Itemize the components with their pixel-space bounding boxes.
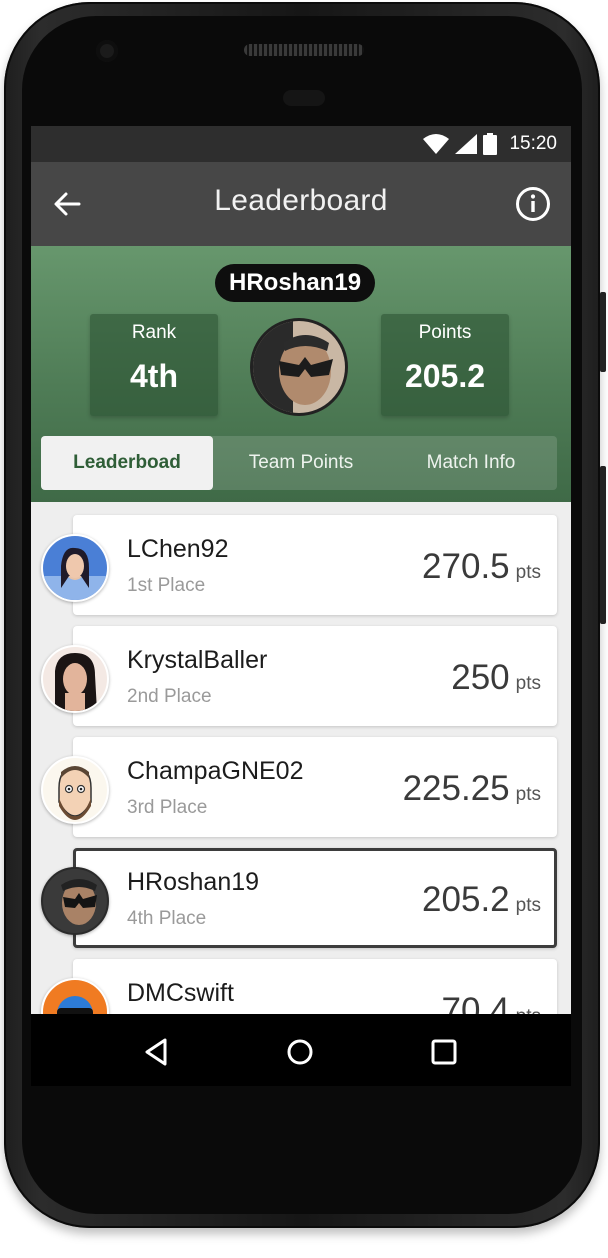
leaderboard-row-current-user[interactable]: HRoshan19 4th Place 205.2 pts [73, 848, 557, 948]
player-place: 3rd Place [127, 797, 208, 818]
back-triangle-icon[interactable] [139, 1034, 175, 1070]
points-box: Points 205.2 [381, 314, 509, 416]
player-place: 4th Place [127, 908, 207, 929]
info-icon[interactable] [515, 186, 551, 222]
leaderboard-list: LChen92 1st Place 270.5 pts KrystalBaller… [31, 502, 571, 1014]
user-avatar [253, 321, 345, 413]
player-place: 1st Place [127, 575, 206, 596]
home-circle-icon[interactable] [282, 1034, 318, 1070]
avatar-image [43, 536, 107, 600]
screen: 15:20 Leaderboard HRoshan19 Rank 4th Poi… [31, 126, 571, 1086]
system-nav-bar [31, 1014, 571, 1086]
player-points: 205.2 pts [422, 880, 541, 920]
page-title: Leaderboard [214, 184, 388, 217]
points-unit: pts [515, 895, 541, 916]
player-points: 70.4 pts [442, 991, 541, 1014]
rank-value: 4th [130, 358, 178, 394]
leaderboard-row[interactable]: DMCswift 70.4 pts [73, 959, 557, 1014]
points-number: 250 [451, 658, 510, 697]
tab-bar: Leaderboad Team Points Match Info [41, 436, 557, 490]
rank-box: Rank 4th [90, 314, 218, 416]
front-camera [96, 40, 118, 62]
player-points: 250 pts [451, 658, 541, 698]
player-name: KrystalBaller [127, 646, 268, 674]
points-unit: pts [516, 1006, 541, 1014]
username-badge: HRoshan19 [215, 264, 376, 302]
points-number: 205.2 [422, 880, 510, 919]
avatar-image [43, 758, 107, 822]
battery-icon [483, 133, 498, 155]
player-name: ChampaGNE02 [127, 757, 304, 785]
leaderboard-row[interactable]: ChampaGNE02 3rd Place 225.25 pts [73, 737, 557, 837]
profile-summary: HRoshan19 Rank 4th Points 205.2 Leaderbo… [31, 246, 571, 502]
leaderboard-row[interactable]: KrystalBaller 2nd Place 250 pts [73, 626, 557, 726]
avatar [41, 756, 109, 824]
recents-square-icon[interactable] [426, 1034, 462, 1070]
player-name: HRoshan19 [127, 868, 260, 896]
player-place: 2nd Place [127, 686, 212, 707]
tab-match-info[interactable]: Match Info [387, 436, 555, 490]
points-label: Points [418, 322, 472, 343]
avatar [41, 645, 109, 713]
tab-team-points[interactable]: Team Points [217, 436, 385, 490]
avatar-image [253, 321, 345, 413]
status-bar: 15:20 [31, 126, 571, 162]
points-number: 225.25 [402, 769, 510, 808]
status-time: 15:20 [509, 133, 557, 154]
avatar-image [43, 869, 107, 933]
proximity-sensor [283, 90, 325, 106]
points-value: 205.2 [404, 358, 486, 394]
player-name: LChen92 [127, 535, 229, 563]
volume-button [600, 292, 606, 372]
signal-icon [455, 134, 478, 154]
points-unit: pts [515, 562, 541, 583]
avatar [41, 867, 109, 935]
player-points: 225.25 pts [403, 769, 541, 809]
player-name: DMCswift [127, 979, 234, 1007]
points-number: 270.5 [422, 547, 510, 586]
player-points: 270.5 pts [422, 547, 541, 587]
points-number: 70.4 [441, 991, 510, 1014]
app-bar: Leaderboard [31, 162, 571, 246]
earpiece-speaker [244, 44, 364, 56]
avatar-image [43, 647, 107, 711]
power-button [600, 466, 606, 624]
rank-label: Rank [131, 322, 177, 343]
points-unit: pts [515, 673, 541, 694]
wifi-icon [423, 134, 450, 154]
points-unit: pts [515, 784, 541, 805]
tab-leaderboard[interactable]: Leaderboad [41, 436, 213, 490]
avatar [41, 534, 109, 602]
leaderboard-row[interactable]: LChen92 1st Place 270.5 pts [73, 515, 557, 615]
